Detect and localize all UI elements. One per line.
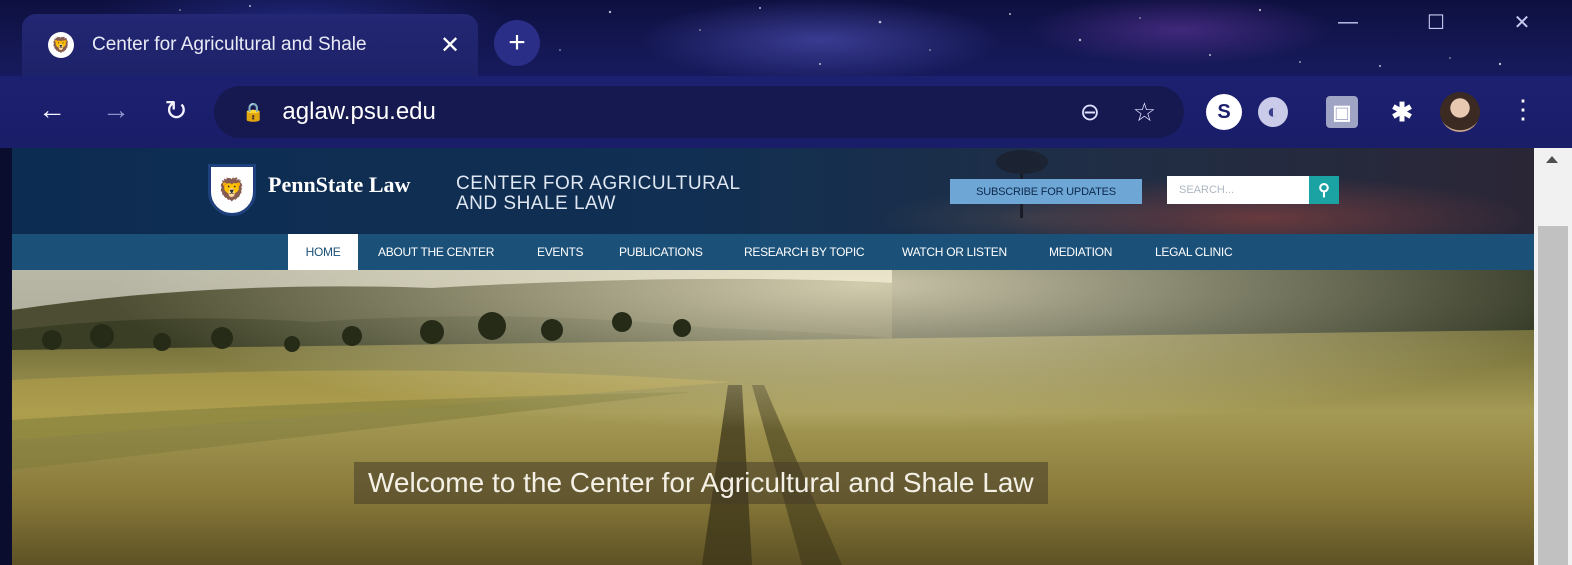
forward-arrow-icon[interactable]: → <box>98 94 134 126</box>
url-text[interactable]: aglaw.psu.edu <box>282 98 435 126</box>
window-close-button[interactable]: ✕ <box>1484 0 1560 44</box>
web-page: 🦁 PennState Law CENTER FOR AGRICULTURAL … <box>12 148 1534 565</box>
browser-chrome: 🦁 Center for Agricultural and Shale ✕ + … <box>0 0 1572 148</box>
center-name-line2: AND SHALE LAW <box>456 193 616 214</box>
tab-close-icon[interactable]: ✕ <box>440 31 460 60</box>
pennstate-law-brand[interactable]: PennState Law <box>268 172 410 198</box>
nav-item-mediation[interactable]: MEDIATION <box>1049 234 1112 270</box>
nav-item-home[interactable]: HOME <box>288 234 358 270</box>
address-bar[interactable]: 🔒 aglaw.psu.edu ⊖ ☆ <box>214 86 1184 138</box>
subscribe-button[interactable]: SUBSCRIBE FOR UPDATES <box>950 179 1142 204</box>
zoom-icon[interactable]: ⊖ <box>1080 98 1100 127</box>
center-name-line1: CENTER FOR AGRICULTURAL <box>456 173 741 194</box>
minimize-button[interactable]: — <box>1310 0 1386 44</box>
nav-item-about[interactable]: ABOUT THE CENTER <box>378 234 494 270</box>
welcome-banner-text: Welcome to the Center for Agricultural a… <box>354 462 1048 504</box>
new-tab-button[interactable]: + <box>494 20 540 66</box>
site-header: 🦁 PennState Law CENTER FOR AGRICULTURAL … <box>12 148 1534 234</box>
search-icon: ⚲ <box>1318 182 1330 199</box>
nav-item-events[interactable]: EVENTS <box>537 234 584 270</box>
wheat-field-image <box>12 270 1534 565</box>
scrollbar-thumb[interactable] <box>1538 226 1568 565</box>
maximize-button[interactable]: ☐ <box>1398 0 1474 44</box>
search-button[interactable]: ⚲ <box>1309 176 1339 204</box>
psu-shield-logo-icon[interactable]: 🦁 <box>208 164 256 216</box>
back-arrow-icon[interactable]: ← <box>34 94 70 126</box>
hero-banner: Welcome to the Center for Agricultural a… <box>12 270 1534 565</box>
scroll-up-arrow-icon[interactable] <box>1546 156 1558 163</box>
s-extension-icon[interactable]: S <box>1206 94 1242 130</box>
nav-item-legal-clinic[interactable]: LEGAL CLINIC <box>1155 234 1233 270</box>
reload-icon[interactable]: ↻ <box>158 94 194 127</box>
lock-icon: 🔒 <box>242 101 265 122</box>
circle-extension-icon[interactable]: ◐ <box>1258 97 1288 127</box>
nav-item-research[interactable]: RESEARCH BY TOPIC <box>744 234 865 270</box>
nav-item-publications[interactable]: PUBLICATIONS <box>619 234 703 270</box>
more-menu-icon[interactable]: ⋮ <box>1510 94 1536 125</box>
browser-toolbar: ← → ↻ 🔒 aglaw.psu.edu ⊖ ☆ S ◐ ▣ ✱ ⋮ <box>0 76 1572 148</box>
profile-avatar[interactable] <box>1440 92 1480 132</box>
psu-shield-favicon-icon: 🦁 <box>48 32 74 58</box>
center-name: CENTER FOR AGRICULTURAL AND SHALE LAW <box>456 174 741 214</box>
bookmark-star-icon[interactable]: ☆ <box>1133 97 1156 128</box>
search-input[interactable]: SEARCH... <box>1167 176 1309 204</box>
nav-item-watch[interactable]: WATCH OR LISTEN <box>902 234 1007 270</box>
browser-tab[interactable]: 🦁 Center for Agricultural and Shale ✕ <box>22 14 478 76</box>
main-navigation: HOME ABOUT THE CENTER EVENTS PUBLICATION… <box>12 234 1534 270</box>
tab-title: Center for Agricultural and Shale <box>92 34 367 55</box>
screen-extension-icon[interactable]: ▣ <box>1326 96 1358 128</box>
puzzle-extensions-icon[interactable]: ✱ <box>1384 94 1420 130</box>
page-scrollbar[interactable] <box>1534 148 1572 565</box>
